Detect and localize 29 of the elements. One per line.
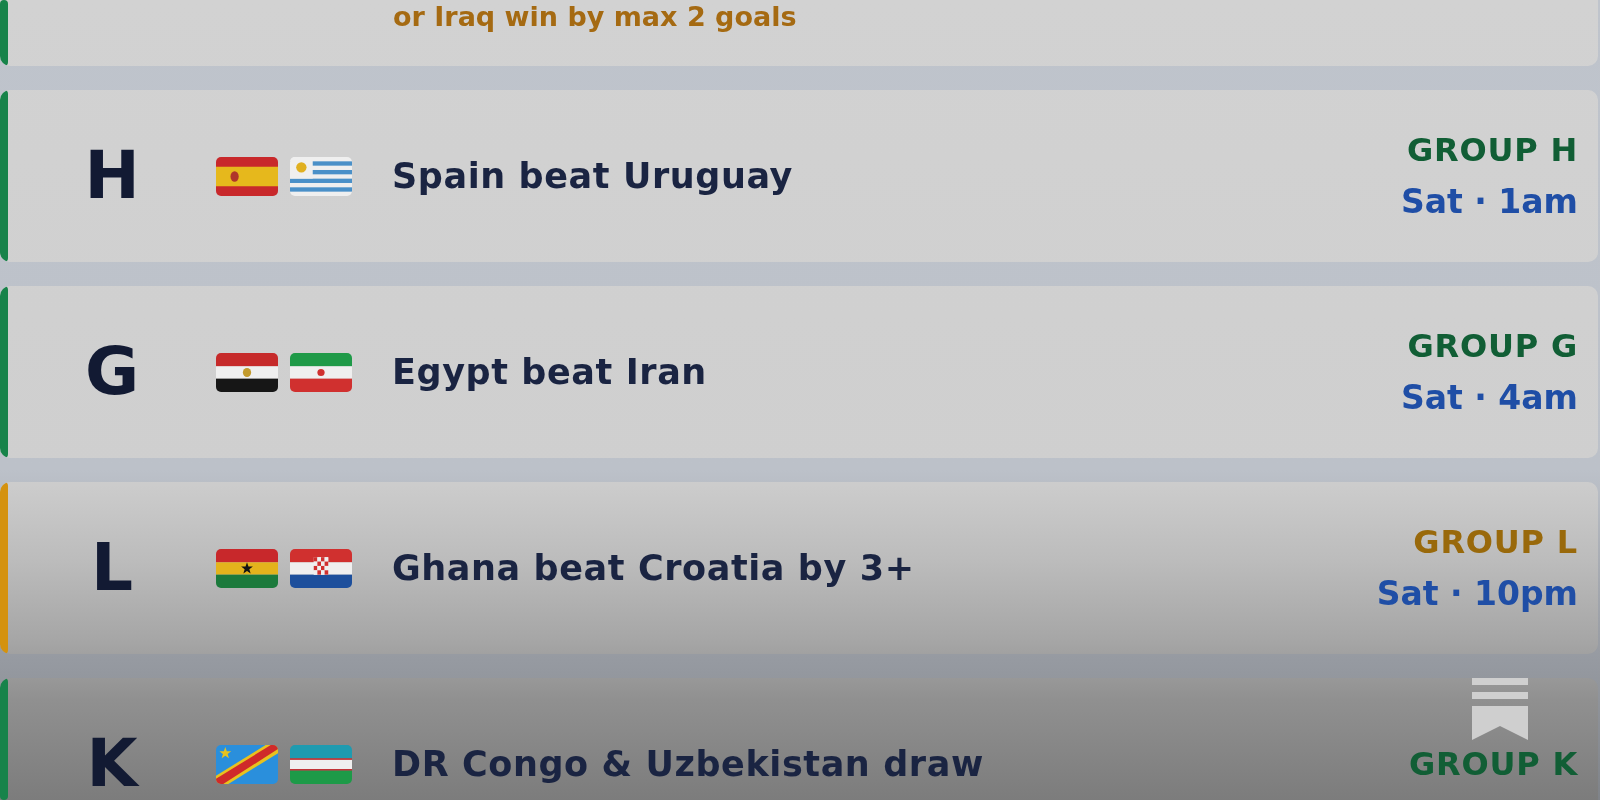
match-title: Ghana beat Croatia by 3+: [392, 548, 916, 588]
kickoff-time: Sat · 10pm: [1376, 574, 1578, 614]
flag-icon: [290, 548, 352, 588]
match-title: DR Congo & Uzbekistan draw: [392, 744, 985, 784]
kickoff-time: Sat · 4am: [1401, 378, 1578, 418]
match-condition: or Iraq win by max 2 goals: [393, 0, 797, 34]
flag-icon: [216, 548, 278, 588]
match-title: Spain beat Uruguay: [392, 156, 795, 196]
kickoff-time: Sat · 1am: [1401, 182, 1578, 222]
group-label: GROUP G: [1407, 326, 1578, 366]
group-label: GROUP H: [1406, 130, 1578, 170]
match-card[interactable]: H Spain beat Uruguay GROUP H Sat · 1am: [0, 90, 1598, 262]
match-title: Egypt beat Iran: [392, 352, 708, 392]
flag-icon: [290, 352, 352, 392]
group-label: GROUP L: [1413, 522, 1578, 562]
group-label: GROUP K: [1408, 744, 1578, 784]
match-card[interactable]: K DR Congo & Uzbekistan draw GROUP K: [0, 678, 1598, 800]
flag-icon: [216, 352, 278, 392]
flag-icon: [290, 156, 352, 196]
match-card[interactable]: G Egypt beat Iran GROUP G Sat · 4am: [0, 286, 1598, 458]
group-letter: L: [90, 535, 134, 601]
flag-icon: [216, 744, 278, 784]
group-letter: K: [86, 731, 138, 797]
flag-icon: [290, 744, 352, 784]
match-card[interactable]: L Ghana beat Croatia by 3+ GROUP L Sat · 10pm: [0, 482, 1598, 654]
group-letter: H: [84, 143, 140, 209]
bookmark-list-icon[interactable]: [1472, 678, 1528, 740]
flag-icon: [216, 156, 278, 196]
group-letter: G: [84, 339, 140, 405]
